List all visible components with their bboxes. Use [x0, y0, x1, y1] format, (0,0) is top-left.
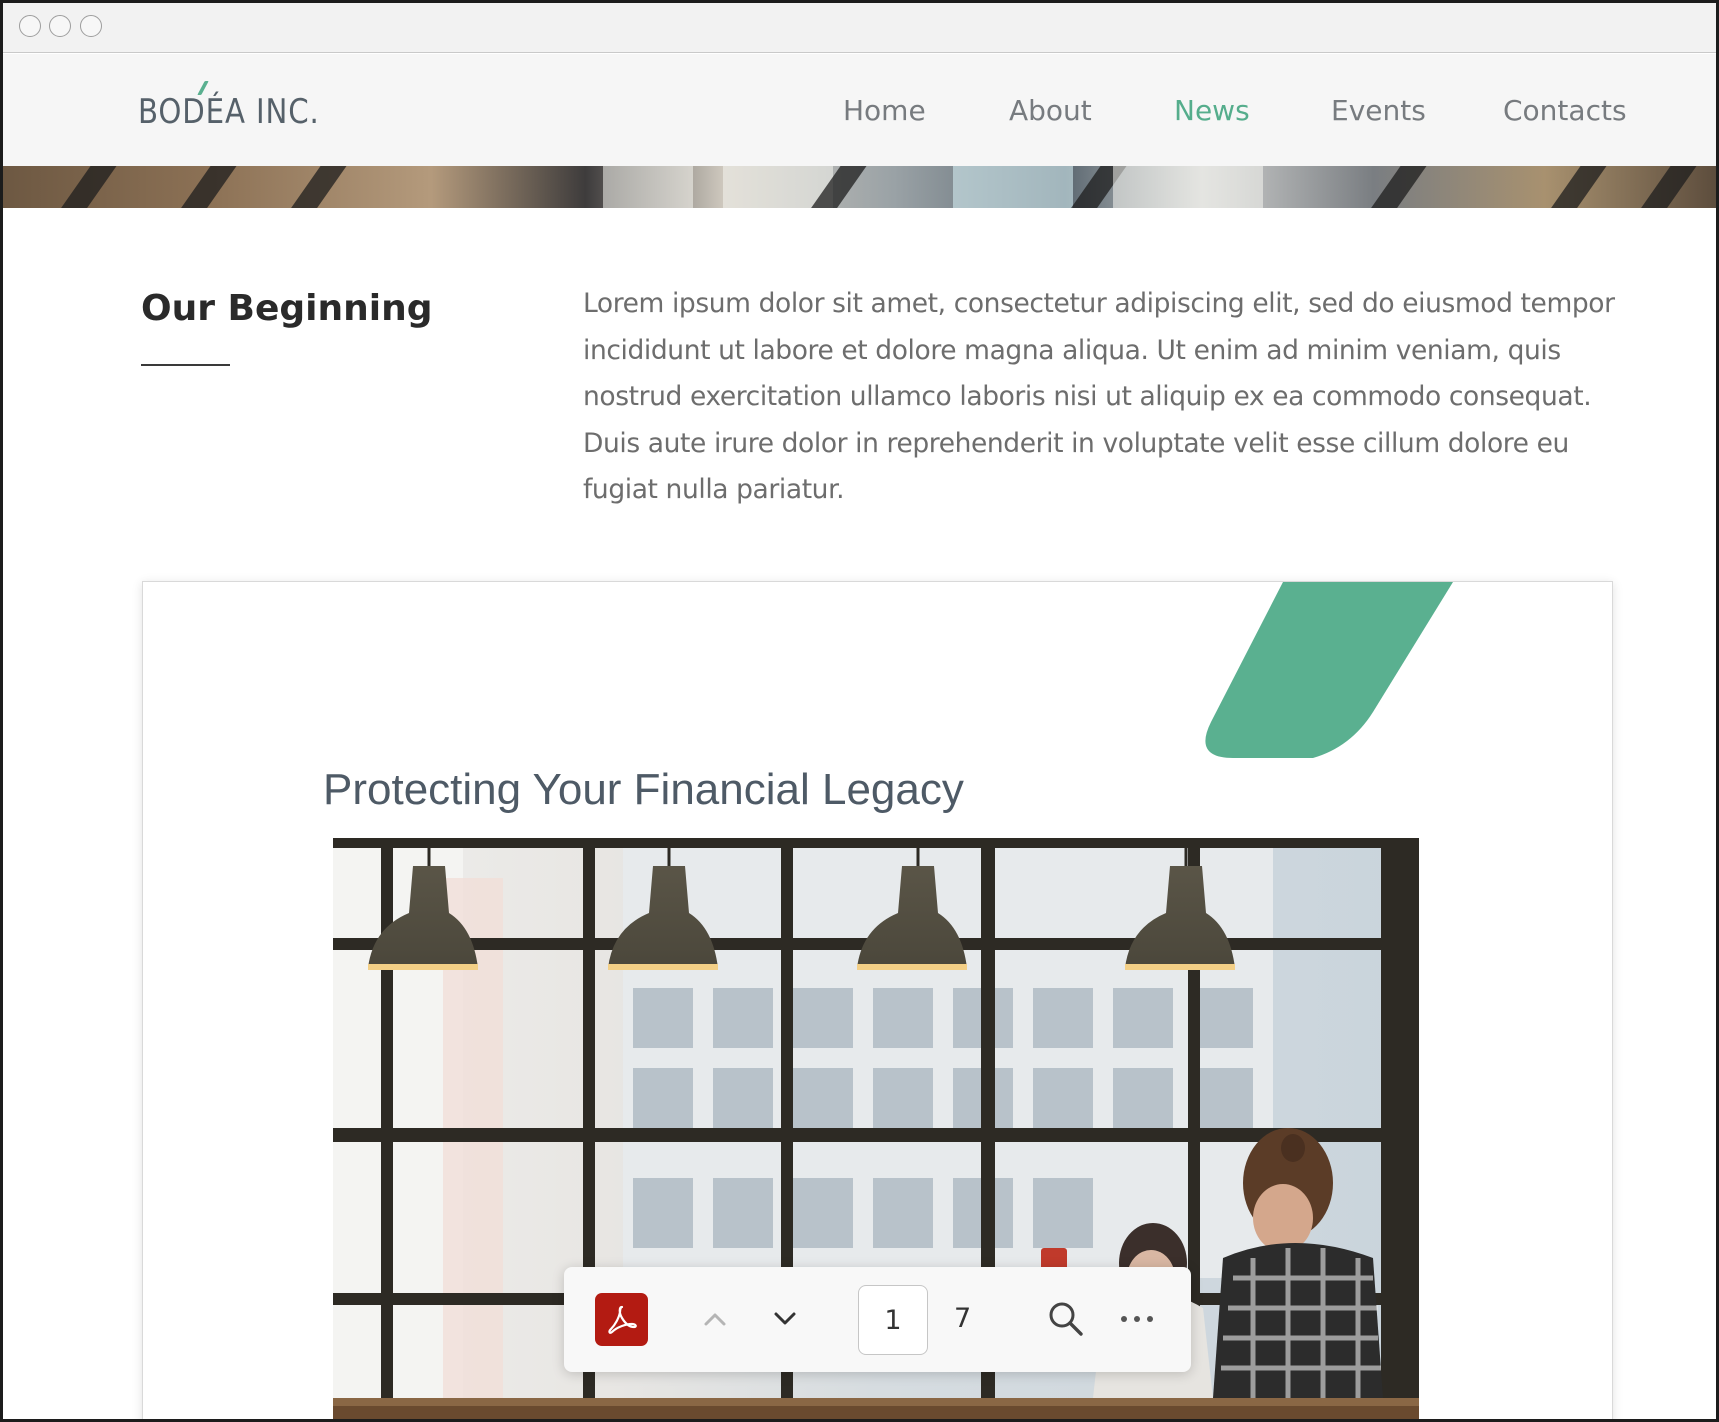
minimize-window-button[interactable] [49, 15, 71, 37]
site-logo[interactable]: BODÉA INC. [138, 92, 320, 132]
search-icon[interactable] [1042, 1295, 1090, 1343]
site-header: BODÉA INC. Home About News Events Contac… [3, 54, 1716, 166]
section-divider [141, 364, 230, 366]
nav-contacts[interactable]: Contacts [1503, 94, 1627, 127]
page-number-input[interactable]: 1 [858, 1285, 928, 1355]
browser-window: BODÉA INC. Home About News Events Contac… [0, 0, 1719, 1422]
document-title: Protecting Your Financial Legacy [323, 765, 964, 814]
window-titlebar [3, 3, 1716, 53]
nav-news[interactable]: News [1174, 94, 1250, 127]
chevron-up-icon[interactable] [691, 1295, 739, 1343]
green-accent-shape [1205, 582, 1453, 758]
section-body-text: Lorem ipsum dolor sit amet, consectetur … [583, 288, 1615, 505]
page-total-count: 7 [954, 1303, 972, 1334]
close-window-button[interactable] [19, 15, 41, 37]
nav-events[interactable]: Events [1331, 94, 1426, 127]
pdf-viewer-toolbar: 1 7 [564, 1267, 1191, 1372]
chevron-down-icon[interactable] [761, 1295, 809, 1343]
nav-about[interactable]: About [1009, 94, 1092, 127]
more-icon[interactable] [1113, 1295, 1161, 1343]
nav-home[interactable]: Home [843, 94, 926, 127]
hero-banner-image [3, 166, 1716, 208]
zoom-window-button[interactable] [80, 15, 102, 37]
section-title: Our Beginning [141, 288, 433, 329]
acrobat-icon[interactable] [595, 1293, 648, 1346]
